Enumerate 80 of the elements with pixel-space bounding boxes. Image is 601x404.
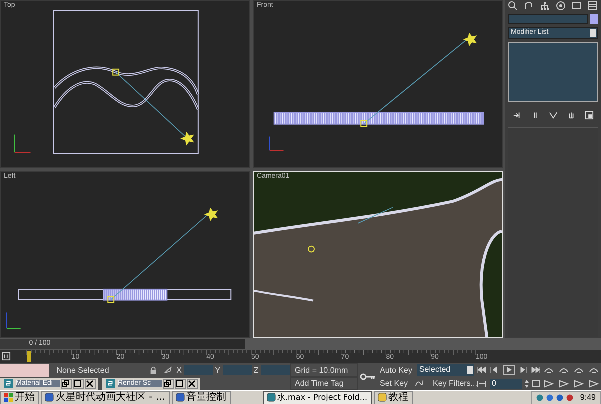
restore-icon xyxy=(62,380,70,388)
add-time-tag-button[interactable]: Add Time Tag xyxy=(290,377,358,390)
transform-mode-icon[interactable] xyxy=(164,366,173,374)
z-coordinate-field[interactable] xyxy=(260,365,290,375)
axis-icon xyxy=(6,312,22,329)
y-coordinate-field[interactable] xyxy=(222,365,252,375)
hierarchy-icon[interactable] xyxy=(540,1,550,11)
key-curve-icon[interactable] xyxy=(415,379,424,388)
close-icon xyxy=(86,380,94,388)
object-name-field[interactable] xyxy=(508,14,588,24)
time-config-icon[interactable] xyxy=(532,380,542,388)
restore-button[interactable] xyxy=(61,378,72,388)
windows-logo-icon xyxy=(4,393,13,402)
motion-icon[interactable] xyxy=(556,1,566,11)
antivirus-icon[interactable] xyxy=(566,394,574,402)
current-frame-field[interactable]: 0 xyxy=(490,378,522,388)
display-icon[interactable] xyxy=(572,1,582,11)
set-key-button[interactable]: Set Key xyxy=(378,379,410,388)
go-to-start-icon[interactable] xyxy=(477,366,487,374)
app-icon xyxy=(176,393,185,402)
taskbar-item[interactable]: 教程 xyxy=(374,390,413,404)
camera-icon[interactable] xyxy=(180,132,194,146)
target-icon[interactable] xyxy=(112,68,120,76)
coordinate-label: Z xyxy=(254,366,259,374)
axis-icon xyxy=(269,136,284,152)
previous-frame-icon[interactable] xyxy=(490,366,500,374)
object-color-swatch[interactable] xyxy=(590,14,598,24)
maximize-button[interactable] xyxy=(175,378,186,388)
coordinate-label: Y xyxy=(215,366,221,374)
camera-line xyxy=(116,72,186,138)
key-mode-toggle-icon[interactable] xyxy=(477,380,487,388)
lock-icon[interactable] xyxy=(148,366,158,374)
app-icon xyxy=(378,393,387,402)
close-button[interactable] xyxy=(85,378,96,388)
close-button[interactable] xyxy=(187,378,198,388)
grid-size-label: Grid = 10.0mm xyxy=(290,363,358,377)
go-to-end-icon[interactable] xyxy=(531,366,541,374)
funnel-icon[interactable] xyxy=(548,111,558,120)
app-icon xyxy=(45,393,54,402)
max-app-icon xyxy=(106,379,115,388)
next-frame-icon[interactable] xyxy=(518,366,528,374)
pin-icon[interactable] xyxy=(512,111,522,120)
target-icon[interactable] xyxy=(360,120,368,128)
key-filters-button[interactable]: Key Filters... xyxy=(431,379,480,388)
camera-icon[interactable] xyxy=(463,32,478,47)
shield-icon[interactable] xyxy=(556,394,564,402)
maximize-icon xyxy=(176,380,184,388)
utilities-icon[interactable] xyxy=(588,1,598,11)
close-icon xyxy=(188,380,196,388)
maximize-icon xyxy=(74,380,82,388)
curve-editor-icon[interactable] xyxy=(2,352,11,361)
modify-icon[interactable] xyxy=(524,1,534,11)
max-app-icon xyxy=(4,379,13,388)
taskbar-item[interactable]: 音量控制 xyxy=(172,390,231,404)
script-listener-field[interactable] xyxy=(0,364,49,376)
maximize-button[interactable] xyxy=(73,378,84,388)
x-coordinate-field[interactable] xyxy=(184,365,214,375)
key-mode-dropdown[interactable]: Selected xyxy=(417,364,474,376)
restore-icon xyxy=(164,380,172,388)
config-icon[interactable] xyxy=(584,111,594,120)
axis-icon xyxy=(14,134,32,154)
coordinate-label: X xyxy=(176,366,182,374)
start-button[interactable]: 开始 xyxy=(0,390,39,404)
restore-button[interactable] xyxy=(163,378,174,388)
app-icon xyxy=(266,393,276,402)
volume-icon[interactable] xyxy=(546,394,554,402)
play-icon[interactable] xyxy=(503,365,515,375)
camera-icon[interactable] xyxy=(204,207,218,222)
network-icon[interactable] xyxy=(536,394,544,402)
modifier-stack-panel[interactable] xyxy=(508,42,598,102)
clock: 9:49 xyxy=(580,392,596,404)
taskbar-item[interactable]: 水.max - Project Fold... xyxy=(262,390,372,404)
selection-status: None Selected xyxy=(56,366,110,374)
auto-key-button[interactable]: Auto Key xyxy=(378,366,414,374)
key-icon[interactable] xyxy=(360,372,376,380)
taskbar-item[interactable]: 火星时代动画大社区 - ... xyxy=(41,390,170,404)
current-frame-marker[interactable] xyxy=(27,351,31,362)
spinner-icon[interactable] xyxy=(525,378,529,388)
create-icon[interactable] xyxy=(508,1,518,11)
target-icon[interactable] xyxy=(108,296,115,303)
